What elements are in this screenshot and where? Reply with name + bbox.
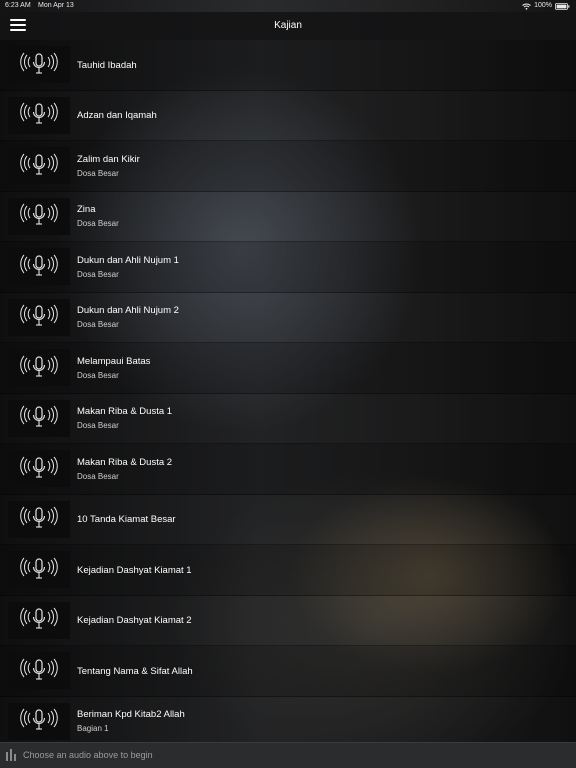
list-item[interactable]: Zina Dosa Besar [0,191,576,242]
list-item-subtitle: Dosa Besar [77,168,119,178]
nav-bar: Kajian [0,12,576,40]
broadcast-microphone-icon [8,551,70,588]
list-item[interactable]: Tauhid Ibadah [0,40,576,91]
broadcast-microphone-icon [8,601,70,639]
broadcast-microphone-icon [8,399,70,437]
app-screen: 6:23 AM Mon Apr 13 100% Kajian Tauhid Ib… [0,0,576,768]
battery-icon [555,2,570,10]
broadcast-microphone-icon [8,349,70,386]
broadcast-microphone-icon [8,450,70,487]
list-item-title: Zalim dan Kikir [77,153,140,165]
list-item-text: Dukun dan Ahli Nujum 1 Dosa Besar [77,242,179,292]
list-item-text: Zalim dan Kikir Dosa Besar [77,141,140,191]
list-item-subtitle: Dosa Besar [77,219,119,228]
list-item[interactable]: Dukun dan Ahli Nujum 1 Dosa Besar [0,242,576,293]
list-item[interactable]: Tentang Nama & Sifat Allah [0,646,576,697]
status-right: 100% [522,0,570,12]
list-item-text: Kejadian Dashyat Kiamat 2 [77,596,192,646]
page-title: Kajian [274,20,302,31]
audio-list: Tauhid Ibadah Adzan dan Iqamah Zalim dan K… [0,40,576,747]
list-item[interactable]: Zalim dan Kikir Dosa Besar [0,141,576,192]
list-item-title: Zina [77,204,96,215]
broadcast-microphone-icon [8,248,70,285]
list-item[interactable]: Melampaui Batas Dosa Besar [0,343,576,394]
list-item-text: Kejadian Dashyat Kiamat 1 [77,545,192,595]
list-item-subtitle: Dosa Besar [77,471,119,481]
list-item[interactable]: Makan Riba & Dusta 1 Dosa Besar [0,393,576,444]
list-item-text: Tentang Nama & Sifat Allah [77,646,193,696]
list-item[interactable]: Dukun dan Ahli Nujum 2 Dosa Besar [0,292,576,343]
list-item-title: 10 Tanda Kiamat Besar [77,514,176,525]
list-item[interactable]: Kejadian Dashyat Kiamat 1 [0,545,576,596]
broadcast-microphone-icon [8,96,70,134]
battery-percent: 100% [534,2,552,9]
list-item-text: Dukun dan Ahli Nujum 2 Dosa Besar [77,293,179,343]
list-item-subtitle: Dosa Besar [77,370,119,380]
list-item-text: Melampaui Batas Dosa Besar [77,343,150,393]
list-item-title: Tauhid Ibadah [77,59,137,71]
list-item-title: Makan Riba & Dusta 2 [77,456,173,468]
broadcast-microphone-icon [8,298,70,336]
list-item-subtitle: Dosa Besar [77,421,119,430]
list-item-title: Makan Riba & Dusta 1 [77,406,173,417]
list-item[interactable]: Kejadian Dashyat Kiamat 2 [0,595,576,646]
status-time: 6:23 AM [5,2,31,9]
list-item-text: Makan Riba & Dusta 1 Dosa Besar [77,394,172,444]
list-item-title: Beriman Kpd Kitab2 Allah [77,709,185,720]
list-item-subtitle: Bagian 1 [77,724,109,733]
list-item-subtitle: Dosa Besar [77,269,119,279]
list-item-text: Adzan dan Iqamah [77,91,157,141]
list-item-text: Makan Riba & Dusta 2 Dosa Besar [77,444,172,494]
list-item-text: Beriman Kpd Kitab2 Allah Bagian 1 [77,697,185,747]
broadcast-microphone-icon [8,652,70,689]
broadcast-microphone-icon [8,46,70,83]
broadcast-microphone-icon [8,197,70,235]
audio-bars-icon [6,749,16,761]
list-item-title: Kejadian Dashyat Kiamat 1 [77,564,192,576]
broadcast-microphone-icon [8,702,70,740]
list-item-title: Kejadian Dashyat Kiamat 2 [77,615,192,626]
list-item-title: Adzan dan Iqamah [77,110,157,121]
list-item-title: Melampaui Batas [77,355,151,367]
status-bar: 6:23 AM Mon Apr 13 100% [0,0,576,12]
list-item-title: Dukun dan Ahli Nujum 2 [77,305,179,316]
list-item[interactable]: Beriman Kpd Kitab2 Allah Bagian 1 [0,696,576,747]
list-item[interactable]: 10 Tanda Kiamat Besar [0,494,576,545]
list-item[interactable]: Makan Riba & Dusta 2 Dosa Besar [0,444,576,495]
list-item-subtitle: Dosa Besar [77,320,119,329]
player-placeholder: Choose an audio above to begin [23,750,153,760]
wifi-icon [522,3,531,10]
audio-player-bar[interactable]: Choose an audio above to begin [0,742,576,768]
broadcast-microphone-icon [8,147,70,184]
status-date: Mon Apr 13 [38,2,74,9]
list-item-text: Tauhid Ibadah [77,40,137,90]
list-item-title: Tentang Nama & Sifat Allah [77,665,193,677]
list-item-title: Dukun dan Ahli Nujum 1 [77,254,179,266]
list-item-text: Zina Dosa Besar [77,192,119,242]
list-item[interactable]: Adzan dan Iqamah [0,90,576,141]
broadcast-microphone-icon [8,500,70,538]
list-item-text: 10 Tanda Kiamat Besar [77,495,176,545]
